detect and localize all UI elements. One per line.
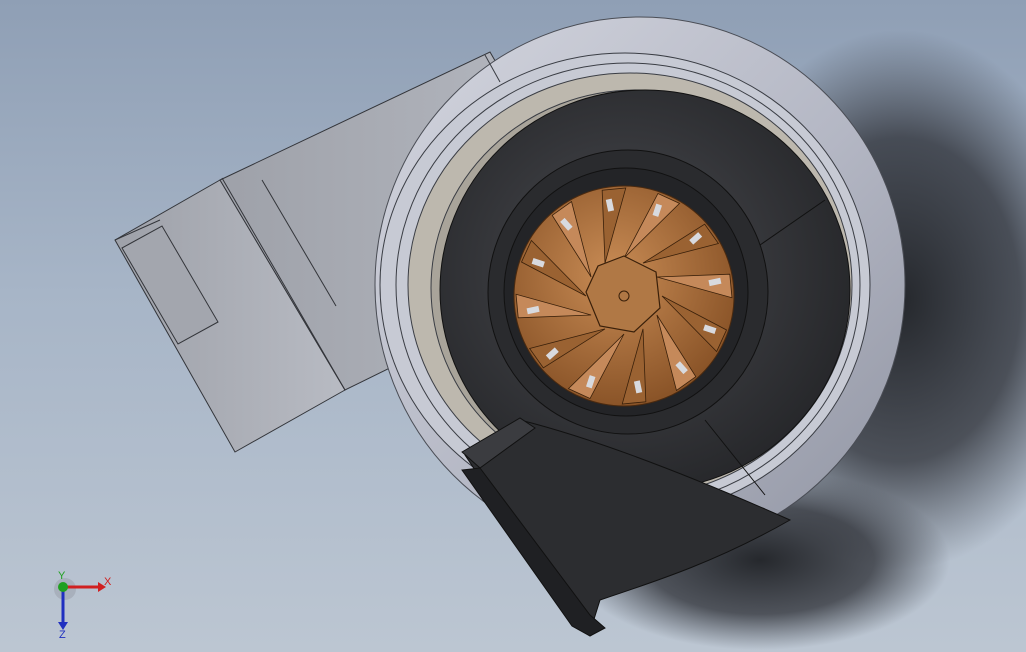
turbocharger-model[interactable]: [0, 0, 1026, 652]
y-axis-marker: [58, 582, 68, 592]
y-axis-label: Y: [58, 570, 66, 582]
compressor-wheel[interactable]: [513, 185, 735, 407]
cad-viewport[interactable]: X Y Z: [0, 0, 1026, 652]
z-axis-label: Z: [59, 629, 66, 640]
coordinate-triad: X Y Z: [54, 570, 112, 640]
x-axis-label: X: [104, 576, 112, 588]
